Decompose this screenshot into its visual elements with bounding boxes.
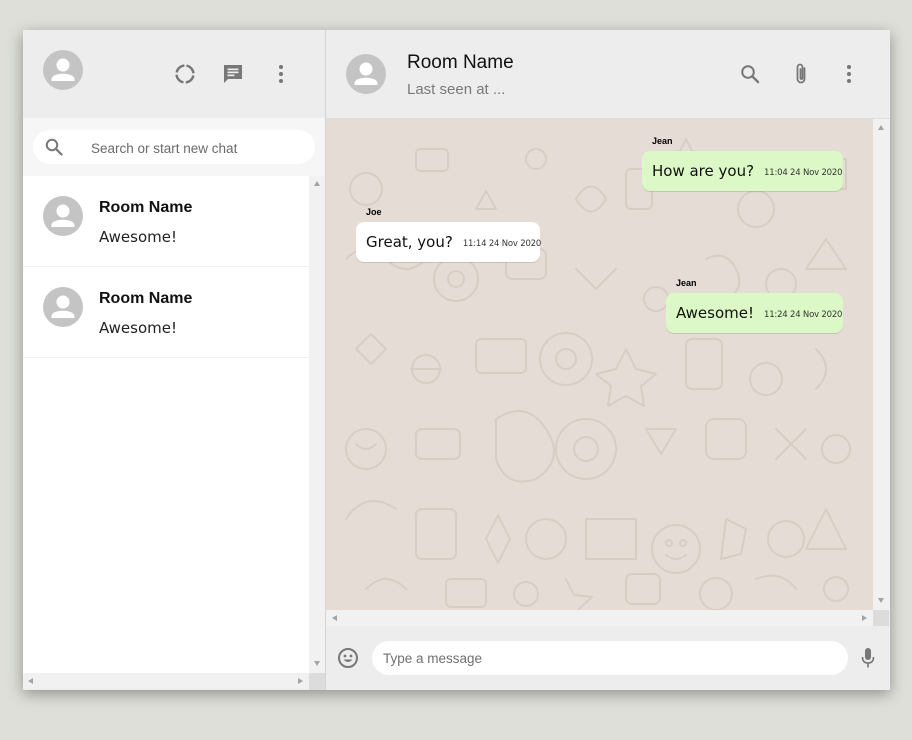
scrollbar-corner (309, 673, 325, 690)
room-title: Room Name (407, 52, 514, 73)
messages-horizontal-scrollbar[interactable] (326, 610, 873, 626)
chat-list: Room Name Awesome! Room Name Awesome! (23, 176, 309, 673)
message-timestamp: 11:24 24 Nov 2020 (764, 310, 843, 320)
scroll-up-arrow-icon[interactable] (313, 181, 320, 186)
search-icon (45, 138, 63, 156)
search-box[interactable] (33, 130, 315, 164)
sidebar: Room Name Awesome! Room Name Awesome! (23, 30, 326, 690)
message-composer (326, 626, 889, 690)
message-bubble-incoming: Great, you? 11:14 24 Nov 2020 (356, 222, 542, 262)
message-sender: Jean (676, 278, 697, 288)
conversation-pane: Room Name Last seen at ... Jean How are … (326, 30, 890, 690)
menu-icon[interactable] (271, 62, 291, 86)
scroll-up-arrow-icon[interactable] (877, 125, 884, 130)
chat-list-item[interactable]: Room Name Awesome! (23, 176, 309, 267)
scroll-down-arrow-icon[interactable] (313, 661, 320, 666)
conversation-header: Room Name Last seen at ... (326, 30, 890, 119)
attach-icon[interactable] (789, 62, 813, 86)
message-input[interactable] (372, 641, 848, 675)
message-sender: Jean (652, 136, 673, 146)
new-chat-icon[interactable] (221, 62, 245, 86)
chat-wallpaper-doodle (345, 138, 851, 610)
user-avatar-icon[interactable] (43, 50, 83, 90)
status-icon[interactable] (173, 62, 197, 86)
chat-last-message: Awesome! (99, 228, 177, 246)
message-bubble-outgoing: How are you? 11:04 24 Nov 2020 (642, 151, 843, 191)
message-text: How are you? (652, 162, 755, 180)
whatsapp-window: Room Name Awesome! Room Name Awesome! (23, 30, 890, 690)
room-avatar-icon[interactable] (346, 54, 386, 94)
scroll-right-arrow-icon[interactable] (862, 614, 867, 621)
scrollbar-corner (873, 610, 889, 626)
room-avatar-icon (43, 287, 83, 327)
message-bubble-outgoing: Awesome! 11:24 24 Nov 2020 (666, 293, 843, 333)
last-seen-status: Last seen at ... (407, 81, 506, 98)
chat-list-item[interactable]: Room Name Awesome! (23, 267, 309, 358)
search-messages-icon[interactable] (738, 62, 762, 86)
message-text: Awesome! (676, 304, 754, 322)
search-bar (23, 118, 325, 176)
message-timestamp: 11:14 24 Nov 2020 (462, 239, 542, 249)
room-avatar-icon (43, 196, 83, 236)
message-text: Great, you? (366, 233, 453, 251)
scroll-right-arrow-icon[interactable] (298, 677, 303, 684)
search-input[interactable] (89, 138, 303, 158)
message-timestamp: 11:04 24 Nov 2020 (764, 168, 843, 178)
scroll-left-arrow-icon[interactable] (332, 614, 337, 621)
message-sender: Joe (366, 207, 382, 217)
microphone-icon[interactable] (858, 646, 878, 670)
scroll-left-arrow-icon[interactable] (28, 677, 33, 684)
conversation-menu-icon[interactable] (839, 62, 859, 86)
sidebar-header (23, 30, 325, 119)
chat-room-name: Room Name (99, 199, 193, 216)
chat-room-name: Room Name (99, 290, 193, 307)
chat-list-horizontal-scrollbar[interactable] (23, 673, 309, 689)
messages-vertical-scrollbar[interactable] (873, 119, 889, 610)
scroll-down-arrow-icon[interactable] (877, 598, 884, 603)
chat-list-vertical-scrollbar[interactable] (309, 176, 325, 673)
emoji-icon[interactable] (336, 646, 360, 670)
message-area: Jean How are you? 11:04 24 Nov 2020 Joe … (326, 119, 873, 610)
chat-last-message: Awesome! (99, 319, 177, 337)
